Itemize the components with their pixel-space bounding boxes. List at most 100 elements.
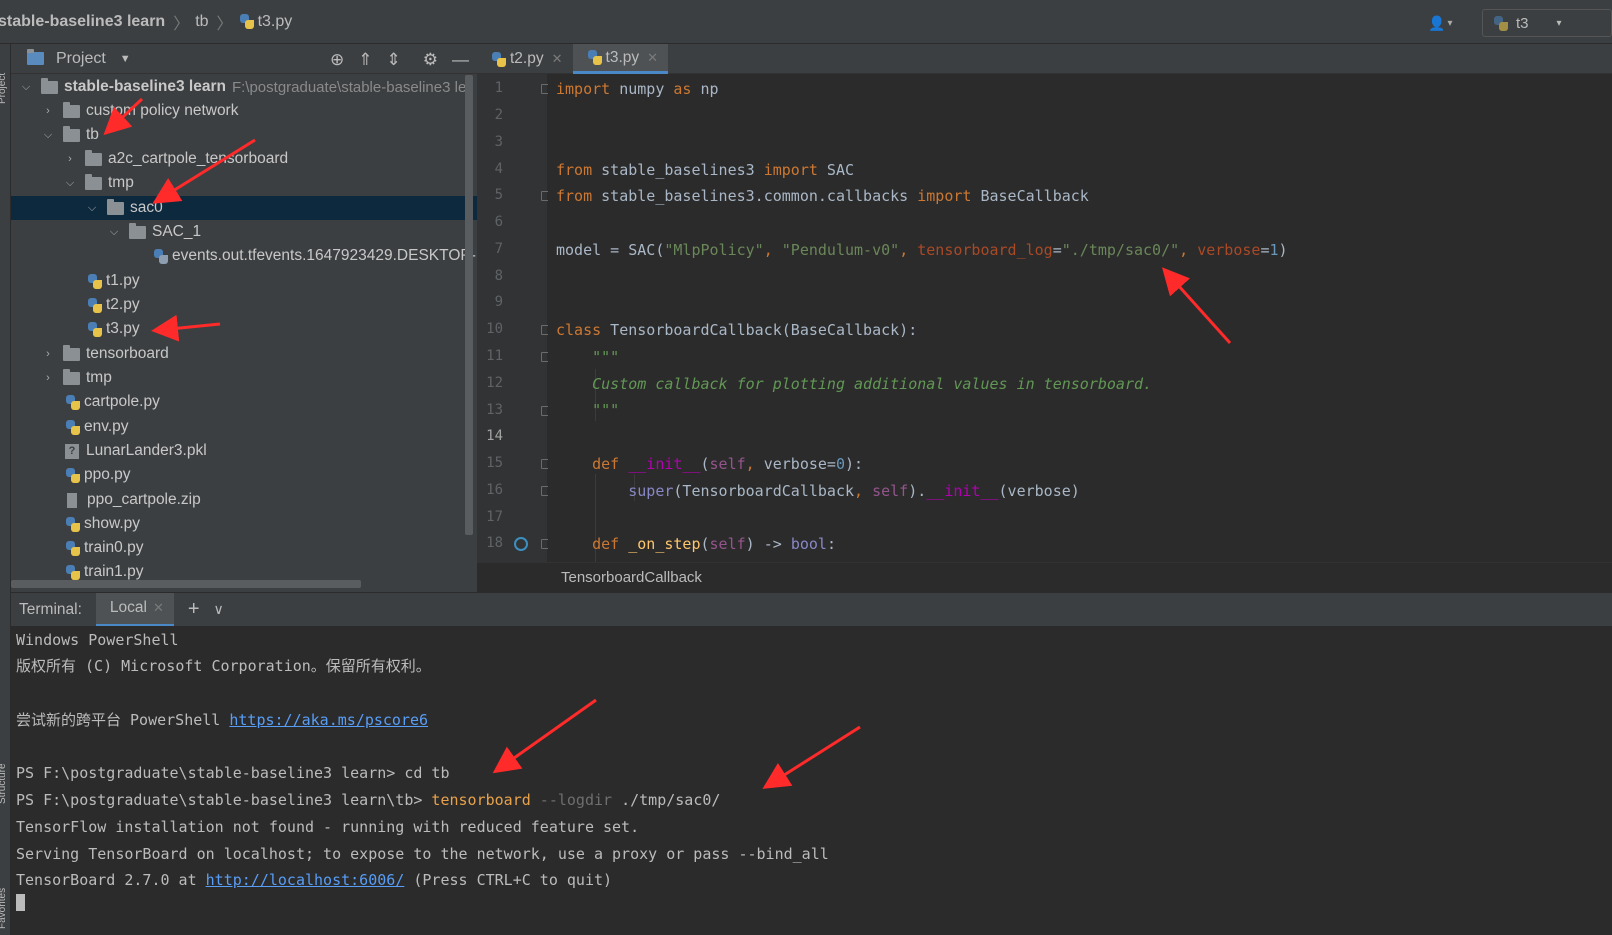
tree-item-label: tensorboard — [86, 345, 169, 362]
user-account-button[interactable]: 👤 ▾ — [1428, 11, 1464, 35]
hide-panel-icon[interactable]: — — [452, 50, 469, 70]
folder-icon — [107, 198, 124, 215]
code-line-10: class TensorboardCallback(BaseCallback): — [556, 321, 918, 339]
new-terminal-icon[interactable]: + — [188, 598, 200, 621]
tree-item-ppo-py[interactable]: ppo.py — [11, 463, 477, 487]
terminal-output[interactable]: Windows PowerShell 版权所有 (C) Microsoft Co… — [11, 626, 1612, 935]
editor-breadcrumb-class[interactable]: TensorboardCallback — [561, 569, 702, 586]
locate-file-icon[interactable]: ⊕ — [330, 50, 344, 70]
tree-item-cartpole-py[interactable]: cartpole.py — [11, 390, 477, 414]
editor-breadcrumb-bar: TensorboardCallback — [477, 562, 1612, 592]
editor-gutter[interactable]: 1 2 3 4 5 6 7 8 9 10 11 12 13 14 15 16 1… — [477, 74, 550, 562]
code-line-1: import numpy as np — [556, 80, 719, 98]
tree-item-path: F:\postgraduate\stable-baseline3 le — [231, 78, 467, 96]
chevron-down-icon[interactable]: ▼ — [120, 53, 131, 65]
python-file-icon — [65, 394, 80, 410]
structure-tool-window-tab[interactable]: Structure — [0, 763, 8, 804]
code-line-7: model = SAC("MlpPolicy", "Pendulum-v0", … — [556, 241, 1288, 259]
tree-item-custom-policy-network[interactable]: › custom policy network — [11, 99, 477, 123]
code-line-15: def __init__(self, verbose=0): — [592, 455, 864, 473]
run-configuration-selector[interactable]: t3 ▾ — [1482, 9, 1612, 37]
tree-item-t3-py[interactable]: t3.py — [11, 317, 477, 341]
override-method-icon[interactable] — [514, 537, 528, 551]
breadcrumb-project[interactable]: stable-baseline3 learn — [0, 13, 165, 31]
tree-item-a2c-cartpole-tensorboard[interactable]: › a2c_cartpole_tensorboard — [11, 147, 477, 171]
tree-item-events-file[interactable]: events.out.tfevents.1647923429.DESKTOP- — [11, 244, 477, 268]
editor-tab-t2-py[interactable]: t2.py ✕ — [477, 44, 573, 74]
chevron-down-icon[interactable]: ∨ — [214, 601, 224, 618]
code-editor[interactable]: import numpy as np from stable_baselines… — [548, 74, 1612, 562]
collapse-all-icon[interactable]: ⇕ — [387, 50, 401, 70]
python-file-icon — [65, 467, 80, 483]
tree-item-lunarlander3-pkl[interactable]: ? LunarLander3.pkl — [11, 439, 477, 463]
line-number: 8 — [494, 268, 503, 284]
tree-item-tb[interactable]: ⌵ tb — [11, 123, 477, 147]
chevron-right-icon[interactable]: › — [41, 348, 55, 360]
editor-tab-t3-py[interactable]: t3.py ✕ — [572, 44, 669, 74]
chevron-down-icon[interactable]: ⌵ — [19, 81, 33, 94]
breadcrumb-file[interactable]: t3.py — [239, 13, 292, 31]
tree-item-label: ppo.py — [84, 466, 131, 483]
python-file-icon — [65, 516, 80, 532]
tree-item-sac0[interactable]: ⌵ sac0 — [11, 196, 477, 220]
line-number: 9 — [494, 294, 503, 310]
line-number: 3 — [494, 134, 503, 150]
tree-item-t1-py[interactable]: t1.py — [11, 269, 477, 293]
line-number: 6 — [494, 214, 503, 230]
tree-item-project-root[interactable]: ⌵ stable-baseline3 learn F:\postgraduate… — [11, 75, 477, 99]
line-number: 15 — [486, 455, 503, 471]
chevron-down-icon[interactable]: ⌵ — [85, 202, 99, 215]
tree-item-tensorboard[interactable]: › tensorboard — [11, 342, 477, 366]
tree-item-tmp[interactable]: ⌵ tmp — [11, 171, 477, 195]
folder-icon — [129, 222, 146, 239]
line-number: 1 — [494, 80, 503, 96]
tree-item-ppo-cartpole-zip[interactable]: ppo_cartpole.zip — [11, 488, 477, 512]
chevron-right-icon[interactable]: › — [63, 153, 77, 165]
python-file-icon — [239, 14, 254, 29]
chevron-down-icon[interactable]: ⌵ — [41, 129, 55, 142]
code-line-18: def _on_step(self) -> bool: — [592, 535, 836, 553]
tree-item-show-py[interactable]: show.py — [11, 512, 477, 536]
line-number: 13 — [486, 402, 503, 418]
terminal-command: tensorboard — [431, 791, 531, 809]
terminal-flag: --logdir — [530, 791, 613, 809]
code-line-5: from stable_baselines3.common.callbacks … — [556, 187, 1089, 205]
terminal-prompt: PS F:\postgraduate\stable-baseline3 lear… — [16, 791, 432, 809]
pscore-link[interactable]: https://aka.ms/pscore6 — [229, 711, 428, 729]
tree-item-env-py[interactable]: env.py — [11, 415, 477, 439]
folder-icon — [85, 173, 102, 190]
favorites-tool-window-tab[interactable]: Favorites — [0, 888, 8, 929]
tree-item-label: tmp — [86, 369, 112, 386]
terminal-line: TensorFlow installation not found - runn… — [16, 818, 640, 836]
tree-item-label: t2.py — [106, 296, 140, 313]
tree-item-sac-1[interactable]: ⌵ SAC_1 — [11, 220, 477, 244]
tensorboard-url-link[interactable]: http://localhost:6006/ — [206, 871, 405, 889]
folder-icon — [41, 77, 58, 94]
terminal-line: Windows PowerShell — [16, 631, 179, 649]
chevron-right-icon[interactable]: › — [41, 372, 55, 384]
gear-icon[interactable]: ⚙ — [423, 50, 438, 70]
close-icon[interactable]: ✕ — [647, 50, 658, 66]
folder-icon — [63, 101, 80, 118]
code-line-12: Custom callback for plotting additional … — [592, 375, 1153, 393]
code-line-16: super(TensorboardCallback, self).__init_… — [628, 482, 1080, 500]
project-horizontal-scrollbar[interactable] — [11, 580, 361, 588]
project-panel-title[interactable]: Project — [56, 50, 106, 68]
breadcrumb-folder[interactable]: tb — [195, 13, 208, 31]
expand-all-icon[interactable]: ⇑ — [358, 50, 372, 70]
project-vertical-scrollbar[interactable] — [465, 75, 473, 535]
chevron-down-icon[interactable]: ⌵ — [107, 226, 121, 239]
chevron-right-icon[interactable]: › — [41, 105, 55, 117]
project-tool-window-tab[interactable]: Project — [0, 73, 8, 104]
project-panel-toolbar: ⊕ ⇑ ⇕ ⚙ — — [330, 50, 469, 70]
close-icon[interactable]: ✕ — [552, 51, 563, 67]
python-file-icon — [87, 273, 102, 289]
tree-item-t2-py[interactable]: t2.py — [11, 293, 477, 317]
tree-item-train0-py[interactable]: train0.py — [11, 536, 477, 560]
terminal-line: 版权所有 (C) Microsoft Corporation。保留所有权利。 — [16, 657, 431, 675]
tree-item-tmp-root[interactable]: › tmp — [11, 366, 477, 390]
chevron-down-icon[interactable]: ⌵ — [63, 177, 77, 190]
close-icon[interactable]: ✕ — [153, 600, 164, 616]
tree-item-label: show.py — [84, 515, 141, 532]
terminal-tab-local[interactable]: Local ✕ — [95, 592, 174, 627]
